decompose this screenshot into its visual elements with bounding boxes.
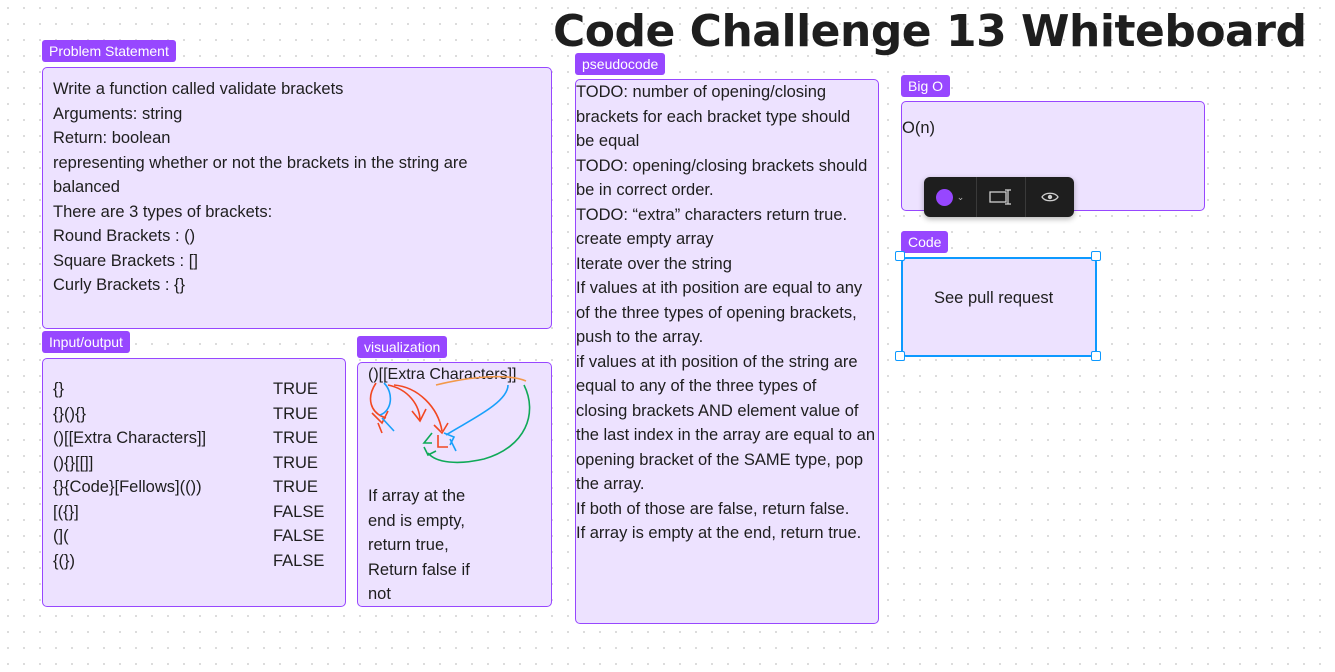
visualization-tag[interactable]: visualization (357, 336, 448, 358)
color-picker-button[interactable]: ⌄ (924, 177, 976, 217)
io-output: TRUE (273, 380, 318, 398)
text-line: equal to any of the three types of (576, 377, 817, 395)
io-input: ()[[Extra Characters]] (53, 429, 207, 447)
text-line: If array is empty at the end, return tru… (576, 524, 862, 542)
text-line: push to the array. (576, 328, 704, 346)
text-line: Return false if (368, 560, 470, 579)
text-line: There are 3 types of brackets: (53, 202, 273, 221)
text-line: If values at ith position are equal to a… (576, 279, 863, 297)
io-output: TRUE (273, 429, 318, 447)
pseudocode-text: TODO: number of opening/closing brackets … (576, 80, 875, 546)
text-line: Write a function called validate bracket… (53, 80, 344, 98)
resize-handle-bottom-right[interactable] (1091, 351, 1101, 361)
page-title: Code Challenge 13 Whiteboard (553, 6, 1307, 57)
text-line: If array at the (368, 487, 466, 505)
io-input: [({}] (53, 502, 79, 521)
big-o-text: O(n) (902, 119, 935, 137)
io-input: {}{Code}[Fellows](()) (53, 478, 202, 496)
view-button[interactable] (1026, 177, 1074, 217)
io-row: (]( FALSE (53, 524, 345, 549)
io-output: TRUE (273, 453, 318, 472)
text-line: Curly Brackets : {} (53, 276, 186, 294)
code-text: See pull request (934, 289, 1054, 307)
problem-statement-text: Write a function called validate bracket… (53, 77, 551, 298)
color-swatch-icon (935, 188, 953, 206)
text-line: Round Brackets : () (53, 227, 196, 245)
text-line: Square Brackets : [] (53, 251, 198, 270)
io-row: {}{Code}[Fellows](()) TRUE (53, 475, 345, 500)
resize-handle-top-left[interactable] (895, 251, 905, 261)
pseudocode-tag[interactable]: pseudocode (575, 53, 666, 75)
problem-statement-tag[interactable]: Problem Statement (42, 40, 176, 62)
io-output: TRUE (273, 478, 318, 496)
io-row: {}(){} TRUE (53, 402, 345, 427)
text-line: end is empty, (368, 511, 465, 530)
text-line: Iterate over the string (576, 254, 732, 273)
text-line: return true, (368, 536, 449, 554)
text-line: create empty array (576, 230, 714, 248)
text-line: the array. (576, 475, 645, 493)
visualization-note: If array at the end is empty, return true,… (368, 484, 470, 607)
text-line: not (368, 585, 391, 603)
io-input: (]( (53, 527, 69, 545)
text-line: TODO: “extra” characters return true. (576, 205, 848, 224)
visualization-box[interactable]: ()[[Extra Characters]] If array at the en… (357, 362, 552, 607)
text-line: opening bracket of the SAME type, pop (576, 450, 864, 469)
text-line: of the three types of opening brackets, (576, 303, 857, 322)
text-line: balanced (53, 178, 120, 196)
io-row: ()[[Extra Characters]] TRUE (53, 426, 345, 451)
io-row: (){}[[]] TRUE (53, 451, 345, 476)
bracket-arrows-drawing (369, 375, 531, 464)
text-line: be equal (576, 132, 640, 150)
text-line: TODO: opening/closing brackets should (576, 156, 868, 175)
io-output: FALSE (273, 527, 325, 545)
io-output: FALSE (273, 551, 325, 570)
io-row: {} TRUE (53, 377, 345, 402)
io-input: (){}[[]] (53, 453, 94, 472)
resize-handle-top-right[interactable] (1091, 251, 1101, 261)
io-input: {}(){} (53, 404, 87, 423)
text-line: if values at ith position of the string … (576, 352, 858, 371)
text-line: Arguments: string (53, 104, 183, 123)
floating-toolbar: ⌄ (924, 177, 1074, 217)
chevron-down-icon: ⌄ (956, 191, 965, 202)
text-line: brackets for each bracket type should (576, 107, 851, 126)
text-line: the last index in the array are equal to… (576, 426, 876, 444)
problem-statement-box[interactable]: Write a function called validate bracket… (42, 67, 552, 329)
input-output-table: {} TRUE {}(){} TRUE ()[[Extra Characters]] TR… (53, 377, 345, 573)
text-line: be in correct order. (576, 181, 714, 199)
io-output: TRUE (273, 404, 318, 423)
big-o-tag[interactable]: Big O (901, 75, 951, 97)
resize-text-button[interactable] (977, 177, 1025, 217)
text-line: If both of those are false, return false… (576, 499, 850, 518)
input-output-box[interactable]: {} TRUE {}(){} TRUE ()[[Extra Characters]] TR… (42, 358, 346, 607)
text-line: TODO: number of opening/closing (576, 83, 827, 101)
resize-handle-bottom-left[interactable] (895, 351, 905, 361)
io-input: {(}) (53, 551, 76, 570)
input-output-tag[interactable]: Input/output (42, 331, 130, 353)
eye-icon (1041, 192, 1059, 202)
io-row: {(}) FALSE (53, 549, 345, 574)
code-tag[interactable]: Code (901, 231, 949, 253)
io-output: FALSE (273, 502, 325, 521)
pseudocode-box[interactable]: TODO: number of opening/closing brackets … (575, 79, 879, 624)
resize-text-icon (989, 189, 1011, 205)
code-box[interactable]: See pull request (901, 257, 1097, 357)
text-line: representing whether or not the brackets… (53, 153, 468, 172)
text-line: Return: boolean (53, 129, 171, 147)
text-line: closing brackets AND element value of (576, 401, 859, 420)
io-row: [({}] FALSE (53, 500, 345, 525)
io-input: {} (53, 380, 65, 398)
